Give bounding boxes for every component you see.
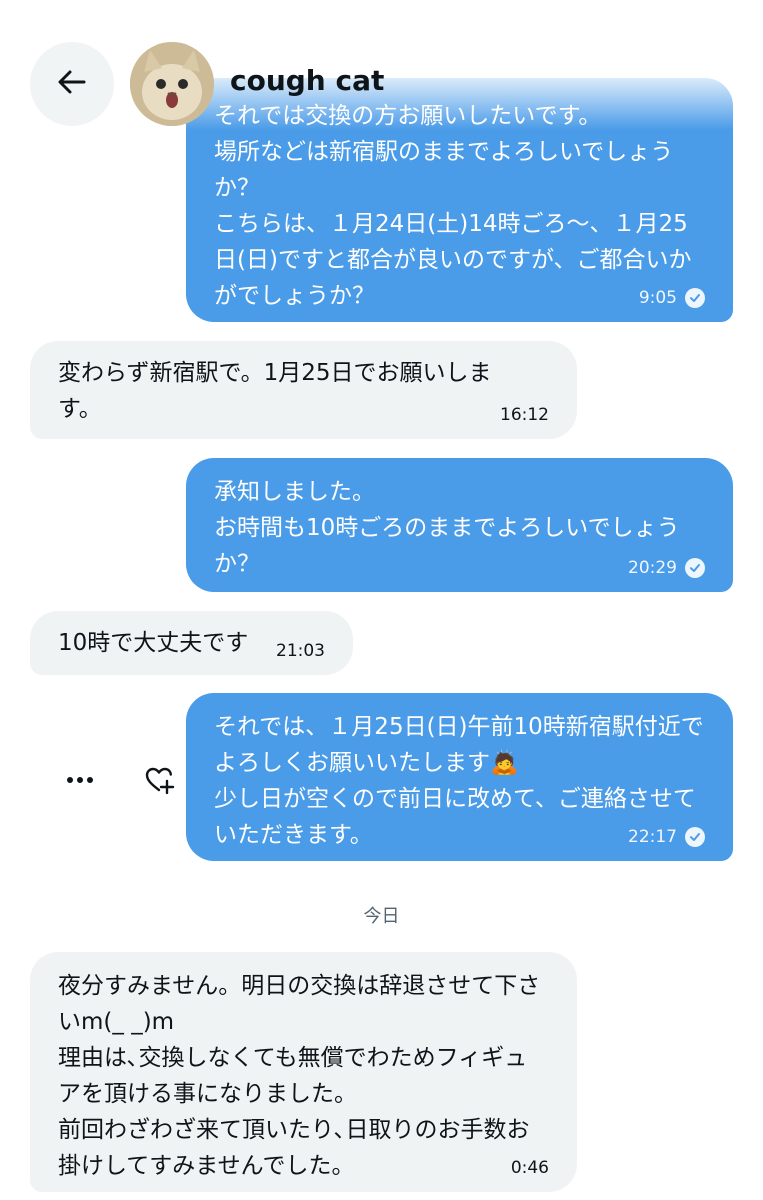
message-time: 16:12 bbox=[500, 405, 549, 425]
message-text: 10時で大丈夫です bbox=[58, 630, 249, 656]
read-check-icon bbox=[685, 558, 705, 578]
contact-name[interactable]: cough cat bbox=[230, 64, 384, 97]
message-meta: 21:03 bbox=[276, 641, 325, 661]
message-meta: 22:17 bbox=[628, 827, 705, 847]
message-time: 22:17 bbox=[628, 827, 677, 847]
heart-plus-icon[interactable] bbox=[140, 760, 180, 800]
read-check-icon bbox=[685, 288, 705, 308]
message-time: 0:46 bbox=[510, 1158, 549, 1178]
message-meta: 9:05 bbox=[639, 288, 705, 308]
day-separator: 今日 bbox=[363, 906, 400, 927]
message-text: それでは交換の方お願いしたいです。 場所などは新宿駅のままでよろしいでしょうか？… bbox=[214, 103, 692, 309]
message-bubble-outgoing[interactable]: それでは交換の方お願いしたいです。 場所などは新宿駅のままでよろしいでしょうか？… bbox=[186, 78, 733, 322]
message-time: 21:03 bbox=[276, 641, 325, 661]
message-meta: 0:46 bbox=[511, 1158, 549, 1178]
cat-avatar-icon bbox=[130, 42, 214, 126]
message-bubble-outgoing[interactable]: それでは、１月25日(日)午前10時新宿駅付近でよろしくお願いいたします🙇 少し… bbox=[186, 693, 733, 861]
dm-conversation-screen: それでは交換の方お願いしたいです。 場所などは新宿駅のままでよろしいでしょうか？… bbox=[0, 0, 763, 1200]
message-text: 夜分すみません。明日の交換は辞退させて下さいm(_ _)m 理由は､交換しなくて… bbox=[58, 973, 541, 1179]
message-time: 20:29 bbox=[628, 558, 677, 578]
message-bubble-incoming[interactable]: 夜分すみません。明日の交換は辞退させて下さいm(_ _)m 理由は､交換しなくて… bbox=[30, 952, 577, 1192]
message-actions bbox=[60, 760, 180, 800]
message-bubble-outgoing[interactable]: 承知しました。 お時間も10時ごろのままでよろしいでしょうか？ 20:29 bbox=[186, 458, 733, 592]
message-meta: 16:12 bbox=[500, 405, 549, 425]
message-text: 変わらず新宿駅で。1月25日でお願いします。 bbox=[58, 360, 492, 422]
message-time: 9:05 bbox=[638, 288, 677, 308]
arrow-left-icon bbox=[57, 69, 87, 99]
message-meta: 20:29 bbox=[628, 558, 705, 578]
more-horizontal-icon[interactable] bbox=[60, 760, 100, 800]
message-bubble-incoming[interactable]: 10時で大丈夫です 21:03 bbox=[30, 611, 353, 675]
back-button[interactable] bbox=[30, 42, 114, 126]
message-bubble-incoming[interactable]: 変わらず新宿駅で。1月25日でお願いします。 16:12 bbox=[30, 341, 577, 439]
avatar[interactable] bbox=[130, 42, 214, 126]
message-list: それでは交換の方お願いしたいです。 場所などは新宿駅のままでよろしいでしょうか？… bbox=[0, 0, 763, 1200]
read-check-icon bbox=[685, 827, 705, 847]
